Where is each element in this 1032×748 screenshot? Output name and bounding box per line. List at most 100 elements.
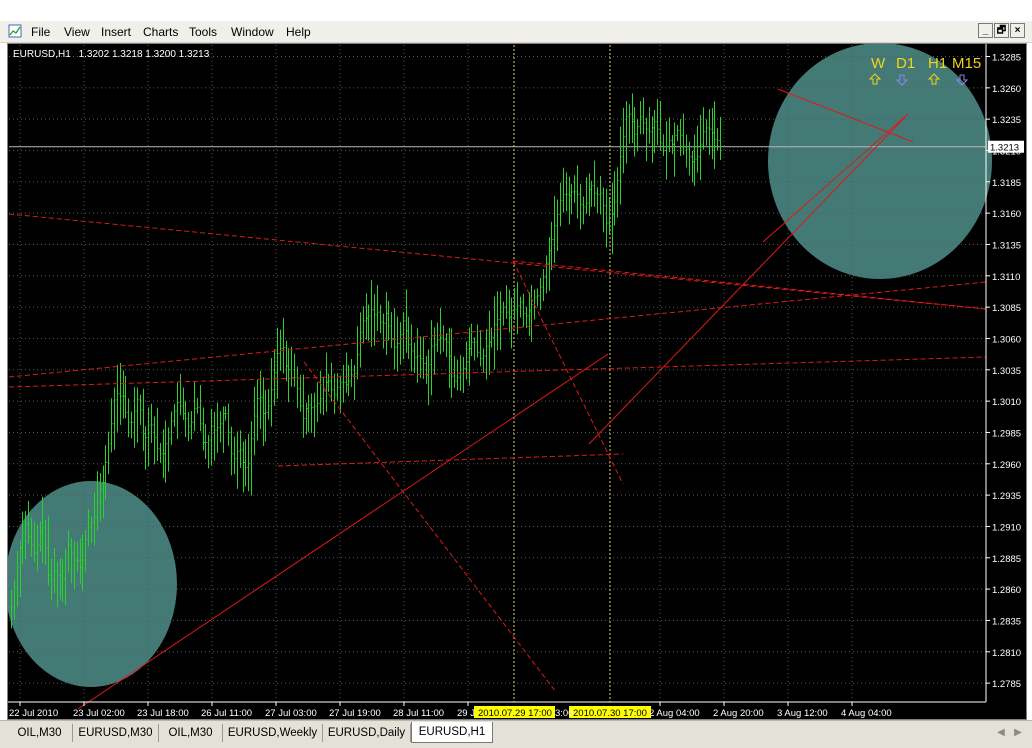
- ohlc-bar: [445, 333, 448, 357]
- x-tick-label: 28 Jul 11:00: [393, 708, 444, 719]
- ohlc-bar: [190, 411, 193, 440]
- ohlc-bar: [359, 312, 362, 368]
- ohlc-bar: [224, 406, 227, 421]
- ohlc-bar: [410, 324, 413, 372]
- ohlc-bar: [691, 150, 694, 183]
- ohlc-bar: [262, 377, 265, 446]
- ohlc-bar: [502, 301, 505, 326]
- ohlc-bar: [468, 327, 471, 386]
- x-tick-label: 27 Jul 19:00: [329, 708, 381, 719]
- tab-scroll-left-icon[interactable]: ◀: [995, 727, 1007, 739]
- ohlc-bar: [430, 320, 433, 396]
- x-tick-label: 2 Aug 20:00: [713, 708, 764, 719]
- y-tick-label: 1.2835: [992, 616, 1021, 627]
- ohlc-bar: [611, 182, 614, 254]
- ohlc-bar: [631, 93, 634, 143]
- ohlc-bar: [450, 328, 453, 399]
- x-tick-label: 2 Aug 04:00: [649, 708, 700, 719]
- menu-file[interactable]: File: [29, 24, 52, 40]
- ohlc-bar: [187, 411, 190, 442]
- menu-insert[interactable]: Insert: [99, 24, 133, 40]
- ohlc-bar: [322, 376, 325, 416]
- menu-window[interactable]: Window: [229, 24, 276, 40]
- chart-window[interactable]: 1.32851.32601.32351.32101.31851.31601.31…: [7, 43, 1027, 720]
- ohlc-bar: [633, 107, 636, 157]
- signal-label-w: W: [871, 55, 886, 72]
- ohlc-bar: [396, 316, 399, 372]
- menu-view[interactable]: View: [62, 24, 92, 40]
- ohlc-bar: [648, 107, 651, 144]
- menu-help[interactable]: Help: [284, 24, 313, 40]
- ohlc-bar: [479, 330, 482, 367]
- ohlc-bar: [370, 280, 373, 348]
- trend-line: [8, 356, 987, 388]
- y-tick-label: 1.3160: [992, 209, 1021, 220]
- ohlc-bar: [182, 387, 185, 421]
- minimize-button[interactable]: _: [978, 23, 993, 38]
- ohlc-bar: [179, 374, 182, 416]
- y-tick-label: 1.3135: [992, 240, 1021, 251]
- ohlc-bar: [244, 439, 247, 487]
- y-tick-label: 1.3010: [992, 397, 1021, 408]
- tab-eurusd-weekly[interactable]: EURUSD,Weekly: [223, 724, 323, 742]
- signal-label-m15: M15: [952, 55, 981, 72]
- ohlc-bar: [622, 107, 625, 174]
- x-tick-label: 29 J: [457, 708, 475, 719]
- ohlc-bar: [367, 304, 370, 341]
- ohlc-bar: [116, 364, 119, 432]
- menu-tools[interactable]: Tools: [187, 24, 219, 40]
- ohlc-bar: [713, 101, 716, 169]
- ohlc-bar: [345, 352, 348, 393]
- ohlc-bar: [316, 382, 319, 423]
- ohlc-bar: [385, 292, 388, 356]
- tab-eurusd-h1[interactable]: EURUSD,H1: [411, 722, 493, 743]
- ohlc-bar: [362, 306, 365, 344]
- x-tick-label: 27 Jul 03:00: [265, 708, 317, 719]
- tab-scroll-right-icon[interactable]: ▶: [1012, 727, 1024, 739]
- ohlc-bar: [719, 116, 722, 160]
- ohlc-bar: [573, 175, 576, 204]
- ohlc-bar: [325, 352, 328, 412]
- y-tick-label: 1.3085: [992, 303, 1021, 314]
- ohlc-bar: [433, 327, 436, 375]
- y-tick-label: 1.3035: [992, 366, 1021, 377]
- y-tick-label: 1.3285: [992, 53, 1021, 64]
- ohlc-bar: [696, 125, 699, 173]
- ohlc-bar: [651, 116, 654, 163]
- tab-eurusd-daily[interactable]: EURUSD,Daily: [323, 724, 411, 742]
- ohlc-bar: [405, 289, 408, 353]
- restore-button[interactable]: 🗗: [994, 23, 1009, 38]
- ohlc-bar: [330, 362, 333, 402]
- ohlc-bar: [568, 176, 571, 225]
- ohlc-bar: [327, 373, 330, 392]
- ohlc-bar: [702, 107, 705, 150]
- tab-eurusd-m30[interactable]: EURUSD,M30: [73, 724, 159, 742]
- ohlc-bar: [596, 187, 599, 214]
- y-tick-label: 1.3110: [992, 272, 1020, 283]
- ohlc-bar: [448, 327, 451, 388]
- ohlc-bar: [202, 407, 205, 451]
- price-chart[interactable]: 1.32851.32601.32351.32101.31851.31601.31…: [8, 44, 1026, 719]
- app-chart-icon: [8, 24, 22, 38]
- ohlc-bar: [673, 122, 676, 177]
- ohlc-bar: [124, 375, 127, 419]
- ohlc-bar: [176, 382, 179, 440]
- ohlc-bar: [693, 134, 696, 186]
- ohlc-bar: [682, 113, 685, 156]
- ohlc-bar: [256, 379, 259, 441]
- menu-charts[interactable]: Charts: [141, 24, 180, 40]
- close-button[interactable]: ×: [1010, 23, 1025, 38]
- ohlc-bar: [196, 397, 199, 414]
- y-tick-label: 1.2810: [992, 648, 1021, 659]
- ohlc-bar: [213, 411, 216, 461]
- ohlc-bar: [204, 424, 207, 459]
- ohlc-bar: [247, 433, 250, 492]
- ohlc-bar: [230, 426, 233, 476]
- ohlc-bar: [510, 297, 513, 349]
- ohlc-bar: [136, 387, 139, 443]
- tab-oil-m30[interactable]: OIL,M30: [7, 724, 73, 742]
- ohlc-bar: [530, 285, 533, 342]
- tab-oil-m30-2[interactable]: OIL,M30: [159, 724, 223, 742]
- ohlc-bar: [536, 288, 539, 307]
- y-tick-label: 1.3260: [992, 84, 1021, 95]
